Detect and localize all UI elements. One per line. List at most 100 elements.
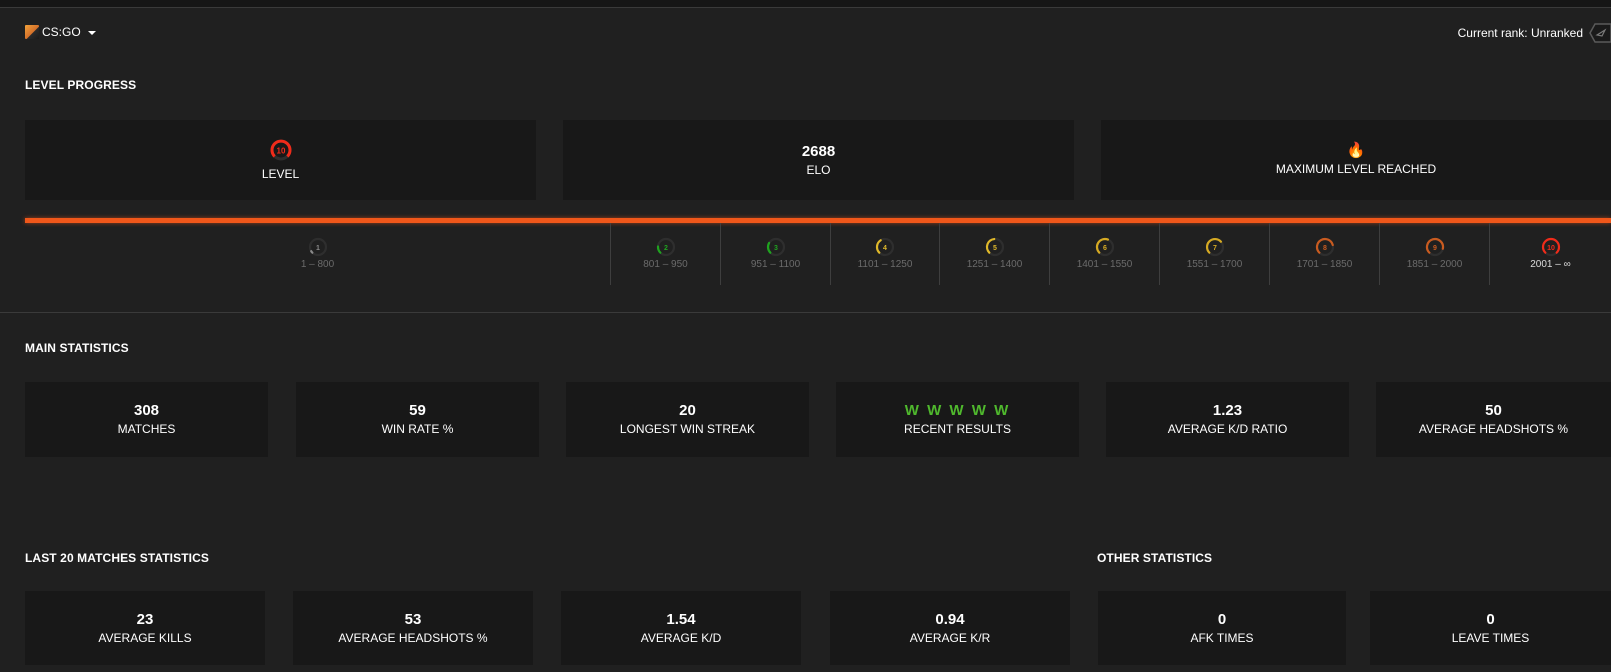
last20-stat-card: 0.94 AVERAGE K/R	[830, 591, 1070, 665]
unranked-badge-icon	[1589, 23, 1611, 43]
level-ranges: 1 1 – 800 2 801 – 950 3 951 – 1100 4 1101 – 125…	[25, 223, 1611, 285]
level-8-badge-icon: 8	[1315, 237, 1334, 257]
level-label: LEVEL	[261, 166, 300, 181]
level-10-badge-icon: 10	[1541, 237, 1560, 257]
current-rank-label: Current rank: Unranked	[1457, 26, 1583, 40]
stat-label: AVERAGE K/D RATIO	[1167, 422, 1288, 436]
section-divider	[0, 312, 1611, 313]
level-range-4: 4 1101 – 1250	[830, 223, 939, 285]
stat-value: 308	[133, 402, 160, 419]
level-range-1: 1 1 – 800	[25, 223, 610, 285]
elo-value: 2688	[801, 142, 836, 160]
stat-label: WIN RATE %	[381, 422, 454, 436]
stat-value: 1.23	[1212, 402, 1243, 419]
level-range-text: 801 – 950	[643, 259, 688, 270]
last20-title: LAST 20 MATCHES STATISTICS	[25, 551, 209, 565]
stat-value: 59	[409, 402, 426, 419]
main-stat-card: 50 AVERAGE HEADSHOTS %	[1376, 382, 1611, 457]
level-range-text: 1851 – 2000	[1406, 259, 1463, 270]
stat-value: 0.94	[935, 610, 965, 628]
stat-value: 1.54	[666, 610, 696, 628]
level-range-7: 7 1551 – 1700	[1159, 223, 1269, 285]
level-range-10: 10 2001 – ∞	[1489, 223, 1611, 285]
elo-label: ELO	[806, 162, 831, 177]
stat-value: 0	[1217, 610, 1227, 628]
main-stat-card: 1.23 AVERAGE K/D RATIO	[1106, 382, 1349, 457]
chevron-down-icon	[87, 31, 96, 35]
stat-label: MATCHES	[117, 422, 176, 436]
level-range-8: 8 1701 – 1850	[1269, 223, 1379, 285]
svg-text:10: 10	[276, 146, 285, 155]
other-statistics-title: OTHER STATISTICS	[1097, 551, 1213, 565]
level-number: 8	[1323, 245, 1327, 252]
level-4-badge-icon: 4	[875, 237, 895, 257]
stat-value: 20	[679, 402, 696, 419]
level-range-6: 6 1401 – 1550	[1049, 223, 1159, 285]
level-range-text: 1 – 800	[300, 259, 335, 270]
level-number: 4	[883, 245, 887, 252]
level-range-text: 1101 – 1250	[857, 259, 913, 270]
stat-value: W W W W W	[904, 402, 1011, 419]
max-level-card: 🔥 MAXIMUM LEVEL REACHED	[1101, 120, 1611, 200]
top-border	[0, 0, 1611, 8]
level-2-badge-icon: 2	[656, 237, 675, 257]
level-9-badge-icon: 9	[1425, 237, 1444, 257]
level-number: 1	[316, 245, 320, 252]
last20-stat-card: 23 AVERAGE KILLS	[25, 591, 265, 665]
level-range-3: 3 951 – 1100	[720, 223, 830, 285]
stat-label: AFK TIMES	[1190, 630, 1254, 645]
main-stat-card: 59 WIN RATE %	[296, 382, 539, 457]
level-number: 7	[1213, 245, 1217, 252]
main-stat-card: 308 MATCHES	[25, 382, 268, 457]
level-number: 9	[1433, 245, 1437, 252]
main-stat-card: 20 LONGEST WIN STREAK	[566, 382, 809, 457]
stat-value: 23	[136, 610, 154, 628]
other-stat-card: 0 AFK TIMES	[1098, 591, 1346, 665]
fire-icon: 🔥	[1346, 142, 1366, 159]
stat-label: RECENT RESULTS	[904, 422, 1011, 436]
level-3-badge-icon: 3	[766, 237, 785, 257]
stat-value: 53	[404, 610, 422, 628]
level-range-text: 1551 – 1700	[1186, 259, 1243, 270]
stat-label: LONGEST WIN STREAK	[619, 422, 756, 436]
level-range-text: 1251 – 1400	[966, 259, 1023, 270]
last20-stat-card: 53 AVERAGE HEADSHOTS %	[293, 591, 533, 665]
elo-card: 2688 ELO	[563, 120, 1074, 200]
stat-label: AVERAGE K/D	[640, 630, 722, 645]
level-5-badge-icon: 5	[985, 237, 1004, 257]
csgo-logo-icon	[25, 25, 39, 39]
game-name: CS:GO	[42, 25, 81, 39]
level-range-text: 2001 – ∞	[1530, 259, 1571, 270]
main-stat-card: W W W W W RECENT RESULTS	[836, 382, 1079, 457]
level-number: 5	[993, 245, 997, 252]
level-range-2: 2 801 – 950	[610, 223, 720, 285]
level-range-text: 1701 – 1850	[1296, 259, 1353, 270]
game-selector-dropdown[interactable]: CS:GO	[25, 25, 96, 39]
last20-stat-card: 1.54 AVERAGE K/D	[561, 591, 801, 665]
level-progress-title: LEVEL PROGRESS	[25, 78, 137, 92]
level-number: 2	[664, 245, 668, 252]
stat-label: AVERAGE KILLS	[98, 630, 192, 645]
level-number: 6	[1103, 245, 1107, 252]
stat-label: AVERAGE HEADSHOTS %	[1418, 422, 1569, 436]
level-range-text: 951 – 1100	[750, 259, 801, 270]
stat-label: AVERAGE K/R	[909, 630, 991, 645]
stat-value: 50	[1485, 402, 1502, 419]
level-6-badge-icon: 6	[1095, 237, 1114, 257]
max-level-label: MAXIMUM LEVEL REACHED	[1275, 162, 1437, 176]
stat-label: AVERAGE HEADSHOTS %	[338, 630, 488, 645]
level-number: 10	[1547, 245, 1555, 252]
stat-value: 0	[1486, 610, 1495, 628]
level-number: 3	[774, 245, 778, 252]
current-rank: Current rank: Unranked	[1458, 22, 1611, 44]
stat-label: LEAVE TIMES	[1451, 630, 1530, 645]
main-statistics-title: MAIN STATISTICS	[25, 341, 129, 355]
level-10-badge-icon: 10	[270, 139, 291, 160]
level-7-badge-icon: 7	[1205, 237, 1224, 257]
other-stat-card: 0 LEAVE TIMES	[1370, 591, 1611, 665]
level-range-9: 9 1851 – 2000	[1379, 223, 1489, 285]
level-range-text: 1401 – 1550	[1076, 259, 1133, 270]
level-1-badge-icon: 1	[308, 237, 327, 257]
level-range-5: 5 1251 – 1400	[939, 223, 1049, 285]
level-card: 10 LEVEL	[25, 120, 536, 200]
